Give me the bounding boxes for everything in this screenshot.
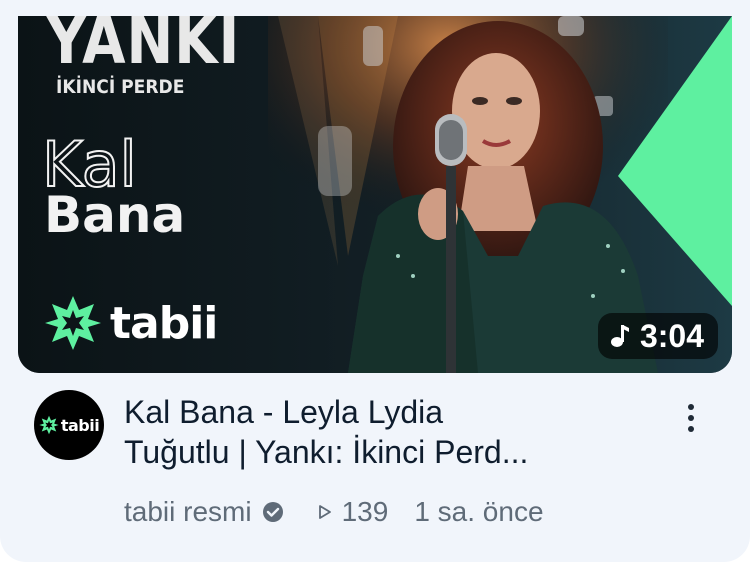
tabii-star-icon [39, 415, 59, 435]
tabii-logo: tabii [44, 294, 218, 352]
upload-time: 1 sa. önce [414, 496, 544, 527]
more-options-button[interactable] [676, 396, 706, 440]
avatar-label: tabii [60, 415, 100, 435]
video-thumbnail[interactable]: YANKI İKİNCİ PERDE Kal Bana tabii 3:04 [18, 16, 732, 373]
tabii-wordmark: tabii [110, 297, 218, 349]
video-card[interactable]: YANKI İKİNCİ PERDE Kal Bana tabii 3:04 t… [0, 0, 750, 562]
video-stats: tabii resmi 139 1 sa. önce [124, 496, 544, 528]
music-note-icon [610, 325, 629, 347]
verified-check-icon [262, 502, 283, 522]
more-vertical-icon-dot [688, 415, 694, 421]
channel-name[interactable]: tabii resmi [124, 496, 252, 528]
tabii-star-icon [45, 296, 101, 350]
more-vertical-icon-dot [688, 426, 694, 432]
video-title-line2: Tuğutlu | Yankı: İkinci Perd... [124, 434, 529, 470]
video-title[interactable]: Kal Bana - Leyla Lydia Tuğutlu | Yankı: … [124, 392, 644, 472]
song-title-line2: Bana [44, 186, 186, 244]
more-vertical-icon [688, 404, 694, 410]
series-subtitle: İKİNCİ PERDE [56, 76, 185, 98]
view-count: 139 [341, 496, 389, 527]
channel-avatar[interactable]: tabii [34, 390, 104, 460]
duration-text: 3:04 [639, 317, 704, 354]
series-title: YANKI [46, 16, 241, 79]
play-outline-icon [318, 505, 331, 519]
video-meta: tabii Kal Bana - Leyla Lydia Tuğutlu | Y… [0, 390, 750, 540]
video-title-line1: Kal Bana - Leyla Lydia [124, 394, 444, 430]
duration-badge: 3:04 [597, 313, 718, 359]
